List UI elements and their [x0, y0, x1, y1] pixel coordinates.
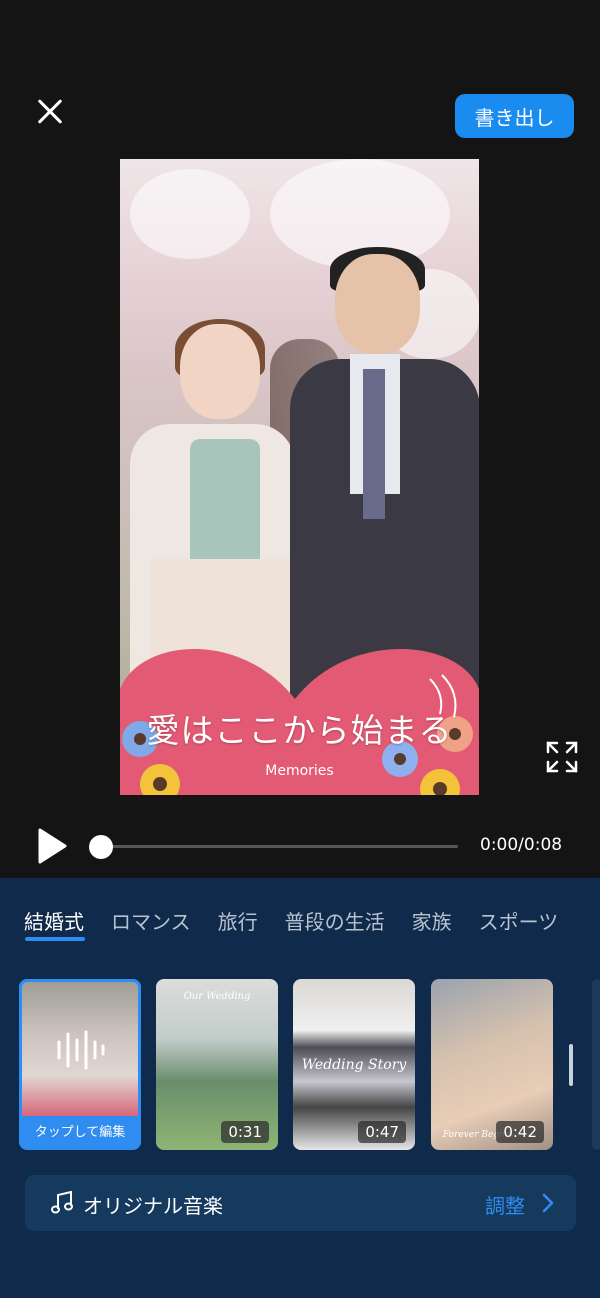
video-caption: 愛はここから始まる — [146, 711, 453, 750]
template-duration: 0:42 — [496, 1121, 544, 1143]
chevron-right-icon[interactable] — [541, 1193, 555, 1213]
audio-wave-icon — [57, 1030, 105, 1070]
tab-daily-life[interactable]: 普段の生活 — [285, 906, 385, 935]
tab-wedding[interactable]: 結婚式 — [24, 906, 84, 935]
template-title: Wedding Story — [301, 1057, 407, 1073]
man-tie — [363, 369, 385, 519]
active-tab-indicator — [25, 937, 85, 941]
template-duration: 0:47 — [358, 1121, 406, 1143]
fullscreen-icon[interactable] — [545, 740, 579, 774]
scroll-indicator[interactable] — [569, 1044, 573, 1086]
template-card[interactable]: Forever Begins 0:42 — [431, 979, 553, 1150]
video-subcaption: Memories — [265, 763, 334, 779]
woman-blouse — [190, 439, 260, 569]
tab-family[interactable]: 家族 — [412, 906, 452, 935]
category-tabs: 結婚式 ロマンス 旅行 普段の生活 家族 スポーツ — [24, 906, 585, 935]
close-icon[interactable] — [30, 92, 70, 132]
music-bar[interactable]: オリジナル音楽 調整 — [25, 1175, 576, 1231]
man-face — [335, 254, 420, 354]
timeline-track[interactable] — [100, 845, 458, 848]
tab-romance[interactable]: ロマンス — [111, 906, 191, 935]
template-card[interactable]: Wedding Story 0:47 — [293, 979, 415, 1150]
tap-to-edit-label: タップして編集 — [34, 1125, 126, 1140]
music-label: オリジナル音楽 — [83, 1194, 223, 1218]
timeline-handle[interactable] — [89, 835, 113, 859]
blossom-decoration — [130, 169, 250, 259]
template-card[interactable]: Our Wedding 0:31 — [156, 979, 278, 1150]
template-card-selected[interactable]: タップして編集 — [19, 979, 141, 1150]
woman-face — [180, 324, 260, 419]
template-duration: 0:31 — [221, 1121, 269, 1143]
player-area: 書き出し 愛はここから始まる Memories 0:00/0:08 — [0, 0, 600, 878]
export-button[interactable]: 書き出し — [455, 94, 574, 138]
adjust-button[interactable]: 調整 — [485, 1190, 525, 1219]
playback-time: 0:00/0:08 — [480, 835, 563, 855]
play-icon[interactable] — [36, 828, 68, 864]
template-card-partial[interactable] — [592, 979, 600, 1150]
video-preview[interactable]: 愛はここから始まる Memories — [120, 159, 479, 795]
tab-travel[interactable]: 旅行 — [218, 906, 258, 935]
music-note-icon — [51, 1191, 73, 1214]
tab-sports[interactable]: スポーツ — [479, 906, 559, 935]
template-title: Our Wedding — [183, 991, 251, 1002]
